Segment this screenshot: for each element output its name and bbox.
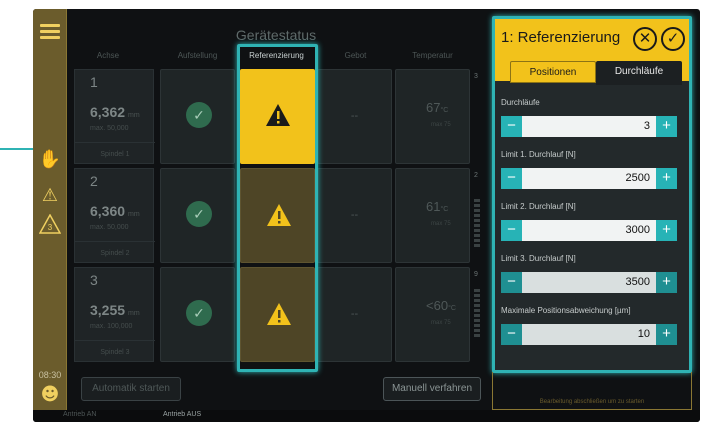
table-row[interactable]: 1 6,362 mm max. 50,000 Spindel 1 bbox=[74, 69, 155, 165]
side-indicator: 3 bbox=[474, 73, 478, 80]
footer-hint: Bearbeitung abschließen um zu starten bbox=[492, 372, 692, 410]
temperature-max: max 75 bbox=[431, 122, 451, 128]
lightning-warning-icon[interactable]: ⚠ bbox=[38, 185, 62, 206]
temperature-value: 67°C bbox=[426, 100, 449, 115]
limit-3-stepper: − 3500 + bbox=[501, 272, 677, 293]
left-rail: ✋ ⚠ 3 08:30 ☻ bbox=[33, 9, 67, 413]
decrement-button[interactable]: − bbox=[501, 116, 522, 137]
limit-1-input[interactable]: 2500 bbox=[522, 168, 656, 189]
field-label-durchlaeufe: Durchläufe bbox=[501, 98, 540, 107]
max-abweichung-input[interactable]: 10 bbox=[522, 324, 656, 345]
menu-icon[interactable] bbox=[38, 21, 62, 43]
durchlaeufe-stepper: − 3 + bbox=[501, 116, 677, 137]
side-indicator: 2 bbox=[474, 172, 478, 179]
temperature-cell[interactable]: 67°C max 75 bbox=[395, 69, 470, 164]
spindle-label: Spindel 3 bbox=[75, 340, 155, 363]
table-row[interactable]: 2 6,360 mm max. 50,000 Spindel 2 bbox=[74, 168, 155, 264]
temperature-max: max 75 bbox=[431, 221, 451, 227]
svg-text:3: 3 bbox=[48, 223, 53, 232]
column-header-referenzierung: Referenzierung bbox=[249, 51, 304, 60]
column-header-aufstellung: Aufstellung bbox=[177, 51, 218, 60]
position-value: 6,362 mm bbox=[90, 104, 140, 120]
gebot-cell[interactable]: -- bbox=[317, 168, 392, 263]
tab-durchlaeufe[interactable]: Durchläufe bbox=[596, 61, 682, 85]
row-number: 2 bbox=[90, 173, 98, 189]
confirm-check-icon[interactable]: ✓ bbox=[661, 27, 685, 51]
check-icon: ✓ bbox=[186, 201, 212, 227]
close-icon[interactable]: ✕ bbox=[633, 27, 657, 51]
position-max: max. 50,000 bbox=[90, 224, 129, 231]
warning-icon bbox=[267, 303, 291, 325]
increment-button[interactable]: + bbox=[656, 168, 677, 189]
position-max: max. 50,000 bbox=[90, 125, 129, 132]
check-icon: ✓ bbox=[186, 300, 212, 326]
column-header-achse: Achse bbox=[96, 51, 120, 60]
row-number: 3 bbox=[90, 272, 98, 288]
increment-button[interactable]: + bbox=[656, 116, 677, 137]
limit-3-input[interactable]: 3500 bbox=[522, 272, 656, 293]
hand-stop-icon[interactable]: ✋ bbox=[38, 149, 62, 170]
limit-1-stepper: − 2500 + bbox=[501, 168, 677, 189]
referenzierung-cell[interactable] bbox=[240, 168, 315, 263]
limit-2-input[interactable]: 3000 bbox=[522, 220, 656, 241]
warning-icon bbox=[266, 104, 290, 126]
tab-positionen[interactable]: Positionen bbox=[510, 61, 596, 83]
status-bar: Antrieb AN Antrieb AUS bbox=[33, 410, 700, 422]
gebot-cell[interactable]: -- bbox=[317, 69, 392, 164]
panel-title: 1: Referenzierung bbox=[501, 29, 621, 46]
field-label-limit-3: Limit 3. Durchlauf [N] bbox=[501, 254, 576, 263]
row-number: 1 bbox=[90, 74, 98, 90]
gebot-cell[interactable]: -- bbox=[317, 267, 392, 362]
position-max: max. 100,000 bbox=[90, 323, 133, 330]
referenzierung-panel: 1: Referenzierung ✕ ✓ Positionen Durchlä… bbox=[492, 16, 692, 373]
limit-2-stepper: − 3000 + bbox=[501, 220, 677, 241]
increment-button[interactable]: + bbox=[656, 324, 677, 345]
position-value: 6,360 mm bbox=[90, 203, 140, 219]
automatik-starten-button[interactable]: Automatik starten bbox=[81, 377, 181, 401]
column-header-gebot: Gebot bbox=[344, 51, 367, 60]
spindle-label: Spindel 2 bbox=[75, 241, 155, 264]
temperature-cell[interactable]: <60°C max 75 bbox=[395, 267, 470, 362]
page-title: Gerätestatus bbox=[235, 27, 317, 43]
temperature-value: 61°C bbox=[426, 199, 449, 214]
decrement-button[interactable]: − bbox=[501, 324, 522, 345]
temperature-cell[interactable]: 61°C max 75 bbox=[395, 168, 470, 263]
side-indicator: 9 bbox=[474, 271, 478, 278]
field-label-limit-1: Limit 1. Durchlauf [N] bbox=[501, 150, 576, 159]
temperature-max: max 75 bbox=[431, 320, 451, 326]
decrement-button[interactable]: − bbox=[501, 168, 522, 189]
position-value: 3,255 mm bbox=[90, 302, 140, 318]
field-label-limit-2: Limit 2. Durchlauf [N] bbox=[501, 202, 576, 211]
user-icon[interactable]: ☻ bbox=[38, 384, 62, 405]
level-gauge bbox=[474, 199, 480, 249]
clock: 08:30 bbox=[38, 370, 62, 380]
durchlaeufe-input[interactable]: 3 bbox=[522, 116, 656, 137]
device-screen: ✋ ⚠ 3 08:30 ☻ Gerätestatus Achse Aufstel… bbox=[33, 9, 700, 422]
status-antrieb-aus[interactable]: Antrieb AUS bbox=[163, 411, 201, 418]
triangle-number-icon[interactable]: 3 bbox=[38, 214, 62, 236]
increment-button[interactable]: + bbox=[656, 272, 677, 293]
temperature-value: <60°C bbox=[426, 298, 456, 313]
aufstellung-cell[interactable]: ✓ bbox=[160, 69, 235, 164]
aufstellung-cell[interactable]: ✓ bbox=[160, 168, 235, 263]
decrement-button[interactable]: − bbox=[501, 220, 522, 241]
aufstellung-cell[interactable]: ✓ bbox=[160, 267, 235, 362]
spindle-label: Spindel 1 bbox=[75, 142, 155, 165]
field-label-max-abweichung: Maximale Positionsabweichung [µm] bbox=[501, 306, 631, 315]
referenzierung-cell[interactable] bbox=[240, 267, 315, 362]
column-header-temperatur: Temperatur bbox=[412, 51, 453, 60]
decrement-button[interactable]: − bbox=[501, 272, 522, 293]
level-gauge bbox=[474, 289, 480, 339]
manuell-verfahren-button[interactable]: Manuell verfahren bbox=[383, 377, 481, 401]
warning-icon bbox=[267, 204, 291, 226]
check-icon: ✓ bbox=[186, 102, 212, 128]
referenzierung-cell-active[interactable] bbox=[240, 69, 315, 164]
increment-button[interactable]: + bbox=[656, 220, 677, 241]
max-abweichung-stepper: − 10 + bbox=[501, 324, 677, 345]
table-row[interactable]: 3 3,255 mm max. 100,000 Spindel 3 bbox=[74, 267, 155, 363]
status-antrieb-an[interactable]: Antrieb AN bbox=[63, 411, 96, 418]
